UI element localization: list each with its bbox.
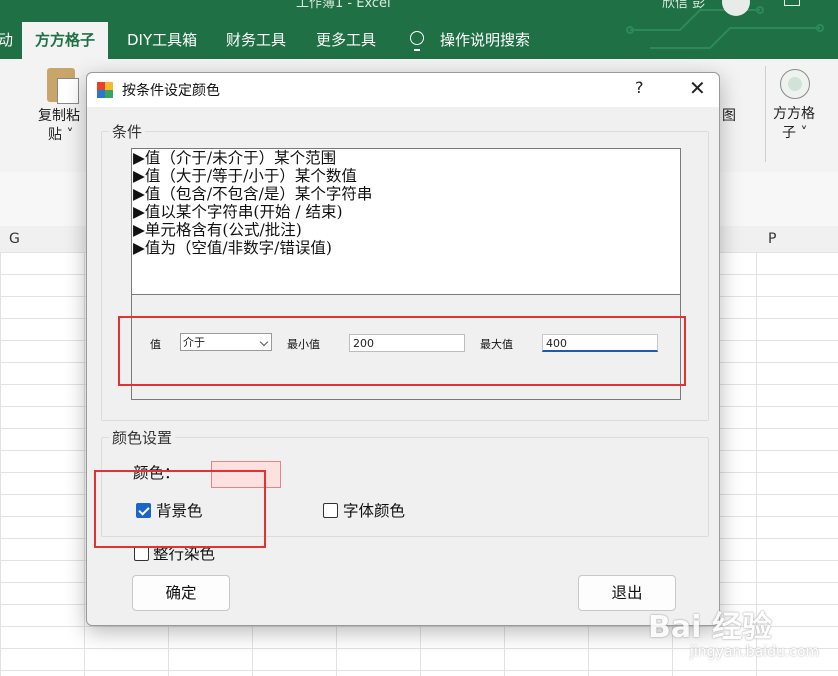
fang-label-2[interactable]: 子 ˅ bbox=[782, 123, 807, 144]
condition-list[interactable]: ▶值（介于/未介于）某个范围 ▶值（大于/等于/小于）某个数值 ▶值（包含/不包… bbox=[131, 148, 681, 296]
list-item[interactable]: ▶值为（空值/非数字/错误值) bbox=[132, 239, 680, 257]
font-color-checkbox[interactable] bbox=[323, 503, 338, 518]
fang-label-1[interactable]: 方方格 bbox=[773, 104, 815, 125]
paste-icon[interactable] bbox=[47, 68, 79, 104]
window-title: 工作簿1 - Excel bbox=[296, 0, 391, 11]
tab-more-tools[interactable]: 更多工具 bbox=[316, 22, 376, 59]
tab-partial[interactable]: 动 bbox=[0, 22, 13, 59]
ribbon-display-icon[interactable] bbox=[784, 0, 800, 6]
annotation-highlight-params bbox=[118, 316, 686, 386]
user-name: 欣信 彭 bbox=[662, 0, 706, 11]
ribbon-tabs-bar: 工作簿1 - Excel 欣信 彭 动 方方格子 DIY工具箱 财务工具 更多工… bbox=[0, 0, 838, 59]
ribbon-separator bbox=[765, 66, 766, 162]
watermark-url: jingyan.baidu.com bbox=[690, 644, 820, 660]
column-g-header[interactable]: G bbox=[9, 226, 20, 252]
paste-label-2[interactable]: 贴 ˅ bbox=[48, 125, 73, 146]
annotation-highlight-bg-color bbox=[94, 470, 266, 548]
ribbon-partial-label[interactable]: 图 bbox=[722, 106, 736, 127]
ok-button[interactable]: 确定 bbox=[132, 575, 230, 611]
tab-finance[interactable]: 财务工具 bbox=[226, 22, 286, 59]
whole-row-checkbox[interactable] bbox=[134, 546, 149, 561]
dialog-titlebar[interactable]: 按条件设定颜色 ? ✕ bbox=[87, 73, 719, 107]
tab-fangfang[interactable]: 方方格子 bbox=[22, 22, 109, 59]
list-item[interactable]: ▶值（大于/等于/小于）某个数值 bbox=[132, 167, 680, 185]
list-item[interactable]: ▶值（介于/未介于）某个范围 bbox=[132, 149, 680, 167]
column-p-header[interactable]: P bbox=[768, 226, 776, 252]
watermark-logo: Bai 经验 bbox=[648, 610, 772, 645]
list-item[interactable]: ▶值（包含/不包含/是）某个字符串 bbox=[132, 185, 680, 203]
app-icon bbox=[97, 82, 113, 98]
tell-me-search[interactable]: 操作说明搜索 bbox=[440, 22, 530, 59]
tab-diy[interactable]: DIY工具箱 bbox=[127, 22, 197, 59]
list-item[interactable]: ▶单元格含有(公式/批注) bbox=[132, 221, 680, 239]
close-icon[interactable]: ✕ bbox=[689, 76, 706, 100]
list-item[interactable]: ▶值以某个字符串(开始 / 结束) bbox=[132, 203, 680, 221]
lightbulb-icon bbox=[410, 31, 424, 51]
help-icon[interactable]: ? bbox=[635, 78, 644, 97]
condition-group-label: 条件 bbox=[109, 121, 146, 142]
fangfang-icon[interactable] bbox=[780, 69, 810, 99]
dialog-title: 按条件设定颜色 bbox=[122, 83, 220, 99]
font-color-label[interactable]: 字体颜色 bbox=[343, 499, 405, 521]
paste-label-1[interactable]: 复制粘 bbox=[38, 106, 80, 127]
color-group-label: 颜色设置 bbox=[109, 427, 176, 448]
